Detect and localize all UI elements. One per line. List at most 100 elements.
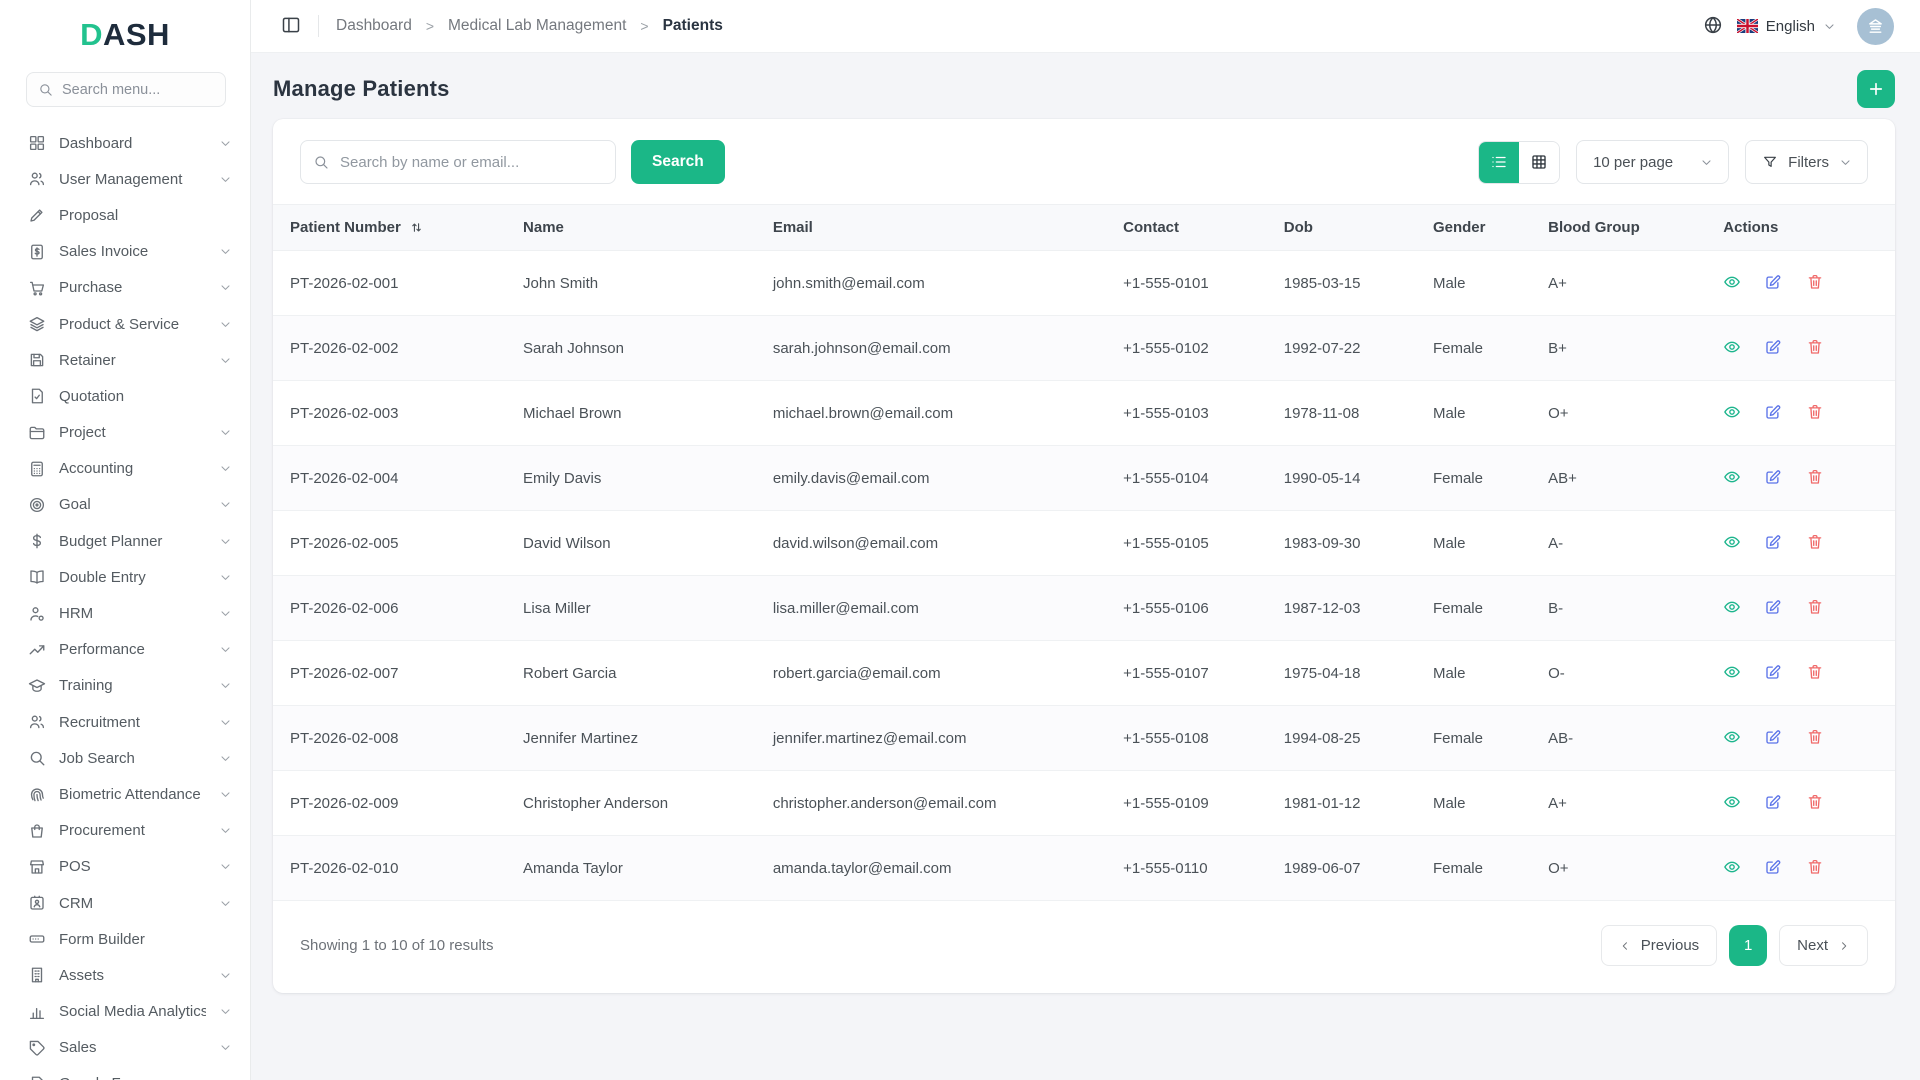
- chevron-down-icon: [219, 643, 232, 656]
- edit-button[interactable]: [1764, 598, 1782, 619]
- chevron-down-icon: [219, 318, 232, 331]
- edit-button[interactable]: [1764, 403, 1782, 424]
- sidebar-item[interactable]: Dashboard: [0, 125, 250, 161]
- breadcrumb-medical-lab-management[interactable]: Medical Lab Management: [448, 17, 626, 35]
- cell-dob: 1992-07-22: [1273, 315, 1423, 381]
- sidebar-item[interactable]: Performance: [0, 632, 250, 668]
- delete-button[interactable]: [1806, 858, 1824, 879]
- delete-button[interactable]: [1806, 468, 1824, 489]
- sidebar-item[interactable]: Procurement: [0, 813, 250, 849]
- cell-dob: 1983-09-30: [1273, 510, 1423, 576]
- per-page-select[interactable]: 10 per page: [1576, 140, 1730, 184]
- view-button[interactable]: [1723, 598, 1741, 619]
- sidebar-item[interactable]: Product & Service: [0, 306, 250, 342]
- sidebar-item[interactable]: Double Entry: [0, 559, 250, 595]
- sidebar-item[interactable]: CRM: [0, 885, 250, 921]
- cell-email: david.wilson@email.com: [762, 510, 1114, 576]
- column-header[interactable]: Patient Number: [273, 204, 514, 251]
- cell-email: emily.davis@email.com: [762, 445, 1114, 511]
- next-page-button[interactable]: Next: [1779, 925, 1868, 966]
- sidebar-item[interactable]: Recruitment: [0, 704, 250, 740]
- sidebar-item[interactable]: Quotation: [0, 378, 250, 414]
- sidebar-item[interactable]: Social Media Analytics: [0, 994, 250, 1030]
- sidebar-item[interactable]: Job Search: [0, 740, 250, 776]
- previous-page-button[interactable]: Previous: [1600, 925, 1718, 966]
- filters-button[interactable]: Filters: [1745, 140, 1868, 184]
- doc-lines-icon: [28, 1075, 46, 1080]
- sidebar-item[interactable]: User Management: [0, 161, 250, 197]
- view-button[interactable]: [1723, 793, 1741, 814]
- edit-button[interactable]: [1764, 338, 1782, 359]
- delete-button[interactable]: [1806, 403, 1824, 424]
- dollar-icon: [28, 532, 46, 550]
- sidebar-item[interactable]: POS: [0, 849, 250, 885]
- page-header: Manage Patients: [273, 53, 1895, 119]
- view-button[interactable]: [1723, 273, 1741, 294]
- sidebar-item[interactable]: Sales Invoice: [0, 234, 250, 270]
- sidebar-item-label: Sales: [59, 1039, 97, 1057]
- globe-button[interactable]: [1702, 15, 1724, 37]
- language-selector[interactable]: English: [1736, 17, 1836, 35]
- edit-button[interactable]: [1764, 793, 1782, 814]
- sidebar-item[interactable]: Purchase: [0, 270, 250, 306]
- sidebar-item[interactable]: Biometric Attendance: [0, 776, 250, 812]
- breadcrumb-dashboard[interactable]: Dashboard: [336, 17, 412, 35]
- eye-icon: [1723, 598, 1741, 616]
- edit-button[interactable]: [1764, 533, 1782, 554]
- view-button[interactable]: [1723, 533, 1741, 554]
- breadcrumb-separator: >: [640, 18, 649, 34]
- language-label: English: [1765, 17, 1815, 35]
- edit-button[interactable]: [1764, 273, 1782, 294]
- column-header-label: Patient Number: [290, 219, 401, 236]
- brand-logo[interactable]: D ASH: [0, 0, 250, 60]
- delete-button[interactable]: [1806, 273, 1824, 294]
- delete-button[interactable]: [1806, 338, 1824, 359]
- delete-button[interactable]: [1806, 663, 1824, 684]
- sidebar-item[interactable]: HRM: [0, 595, 250, 631]
- sidebar-item[interactable]: Form Builder: [0, 921, 250, 957]
- column-header-label: Email: [772, 219, 813, 236]
- sidebar-item[interactable]: Budget Planner: [0, 523, 250, 559]
- avatar[interactable]: [1857, 7, 1894, 45]
- search-button[interactable]: Search: [631, 140, 725, 184]
- sidebar-item[interactable]: Sales: [0, 1030, 250, 1066]
- chevron-down-icon: [219, 716, 232, 729]
- delete-button[interactable]: [1806, 793, 1824, 814]
- sidebar-item[interactable]: Retainer: [0, 342, 250, 378]
- grid-view-button[interactable]: [1519, 141, 1560, 183]
- cell-patient-number: PT-2026-02-010: [273, 835, 514, 901]
- edit-button[interactable]: [1764, 663, 1782, 684]
- cell-name: Michael Brown: [513, 380, 763, 446]
- sidebar-item[interactable]: Proposal: [0, 197, 250, 233]
- sidebar-search-input[interactable]: [62, 81, 214, 98]
- list-view-button[interactable]: [1479, 141, 1520, 183]
- calculator-icon: [28, 460, 46, 478]
- view-button[interactable]: [1723, 338, 1741, 359]
- view-button[interactable]: [1723, 663, 1741, 684]
- delete-button[interactable]: [1806, 598, 1824, 619]
- page-1-button[interactable]: 1: [1729, 925, 1768, 966]
- eye-icon: [1723, 858, 1741, 876]
- breadcrumb-separator: >: [425, 18, 435, 34]
- table-search-input[interactable]: [300, 140, 616, 184]
- sidebar-item[interactable]: Assets: [0, 957, 250, 993]
- sidebar-item[interactable]: Project: [0, 415, 250, 451]
- sidebar-item[interactable]: Training: [0, 668, 250, 704]
- edit-button[interactable]: [1764, 728, 1782, 749]
- sidebar-toggle-button[interactable]: [281, 15, 303, 37]
- edit-button[interactable]: [1764, 468, 1782, 489]
- view-button[interactable]: [1723, 403, 1741, 424]
- view-button[interactable]: [1723, 728, 1741, 749]
- delete-button[interactable]: [1806, 533, 1824, 554]
- add-patient-button[interactable]: [1857, 70, 1895, 108]
- cell-contact: +1-555-0102: [1113, 315, 1274, 381]
- cell-blood-group: B-: [1538, 575, 1714, 641]
- sidebar-item[interactable]: Accounting: [0, 451, 250, 487]
- chevron-down-icon: [219, 426, 232, 439]
- sidebar-item[interactable]: Google Forms: [0, 1066, 250, 1080]
- delete-button[interactable]: [1806, 728, 1824, 749]
- edit-button[interactable]: [1764, 858, 1782, 879]
- view-button[interactable]: [1723, 468, 1741, 489]
- view-button[interactable]: [1723, 858, 1741, 879]
- sidebar-item[interactable]: Goal: [0, 487, 250, 523]
